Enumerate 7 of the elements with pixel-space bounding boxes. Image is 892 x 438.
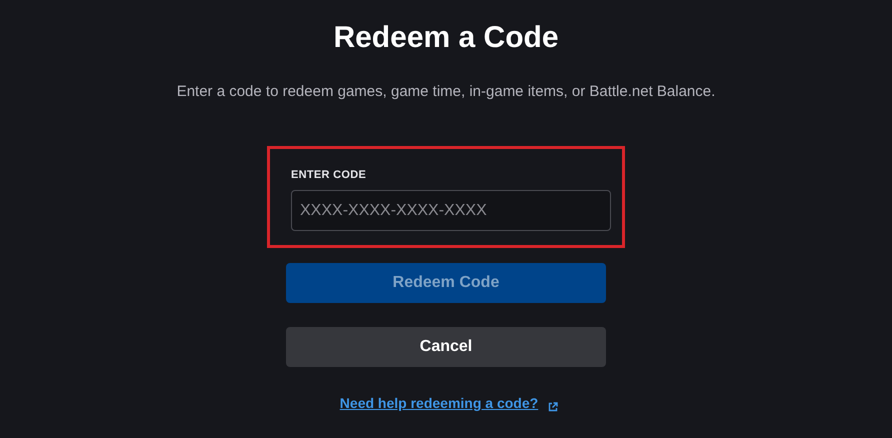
help-link[interactable]: Need help redeeming a code?	[340, 395, 538, 411]
cancel-button[interactable]: Cancel	[286, 327, 606, 367]
external-link-icon	[548, 402, 558, 412]
code-input-field[interactable]: XXXX-XXXX-XXXX-XXXX	[291, 190, 611, 231]
field-label: ENTER CODE	[291, 169, 368, 181]
page-title: Redeem a Code	[333, 20, 559, 56]
description-text: Enter a code to redeem games, game time, in-game items, or Battle.net Balance.	[176, 83, 716, 100]
